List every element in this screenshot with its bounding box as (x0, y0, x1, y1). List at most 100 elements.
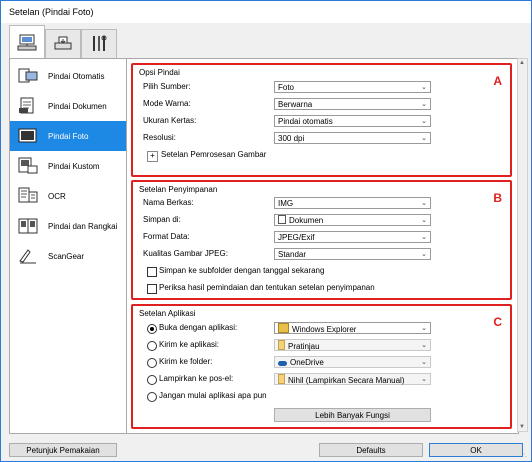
send-to-folder-radio[interactable] (147, 358, 157, 368)
check-results-checkbox[interactable] (147, 284, 157, 294)
send-to-app-select[interactable]: Pratinjau ⌄ (274, 339, 431, 351)
open-with-app-label: Buka dengan aplikasi: (159, 323, 238, 332)
open-with-app-radio[interactable] (147, 324, 157, 334)
chevron-down-icon: ⌄ (421, 325, 427, 332)
sidebar-item-document-scan[interactable]: Pindai Dokumen (10, 91, 127, 121)
send-to-app-label: Kirim ke aplikasi: (159, 340, 220, 349)
sidebar-item-label: Pindai Kustom (48, 161, 100, 171)
custom-scan-icon (16, 155, 40, 177)
chevron-down-icon: ⌄ (421, 359, 427, 366)
jpeg-quality-select[interactable]: Standar ⌄ (274, 248, 431, 260)
color-mode-label: Mode Warna: (143, 99, 191, 108)
paper-size-value: Pindai otomatis (278, 117, 333, 126)
settings-panel: Opsi Pindai A Pilih Sumber: Foto ⌄ Mode … (126, 58, 519, 434)
app-settings-section: Setelan Aplikasi C Buka dengan aplikasi:… (131, 304, 512, 429)
sidebar-item-custom-scan[interactable]: Pindai Kustom (10, 151, 127, 181)
sidebar-item-label: Pindai dan Rangkai (48, 221, 118, 231)
paper-size-label: Ukuran Kertas: (143, 116, 197, 125)
chevron-down-icon: ⌄ (421, 118, 427, 125)
scan-options-section: Opsi Pindai A Pilih Sumber: Foto ⌄ Mode … (131, 63, 512, 177)
source-label: Pilih Sumber: (143, 82, 191, 91)
tab-scan-from-computer[interactable] (9, 25, 45, 59)
window-title: Setelan (Pindai Foto) (9, 7, 94, 17)
settings-scrollbar[interactable]: ▲ ▼ (517, 58, 528, 432)
tools-icon (93, 35, 107, 51)
sidebar-item-photo-scan[interactable]: Pindai Foto (10, 121, 127, 151)
data-format-value: JPEG/Exif (278, 233, 315, 242)
chevron-down-icon: ⌄ (421, 251, 427, 258)
chevron-down-icon: ⌄ (421, 84, 427, 91)
stitch-icon (16, 215, 40, 237)
attach-email-select[interactable]: Nihil (Lampirkan Secara Manual) ⌄ (274, 373, 431, 385)
no-app-radio[interactable] (147, 392, 157, 402)
open-with-app-value: Windows Explorer (292, 325, 357, 334)
attach-email-radio[interactable] (147, 375, 157, 385)
sidebar-item-scangear[interactable]: ScanGear (10, 241, 127, 271)
color-mode-value: Berwarna (278, 100, 313, 109)
preview-app-icon (278, 340, 285, 350)
subfolder-checkbox[interactable] (147, 267, 157, 277)
scroll-down-icon[interactable]: ▼ (519, 424, 525, 430)
data-format-select[interactable]: JPEG/Exif ⌄ (274, 231, 431, 243)
scangear-icon (16, 245, 40, 267)
filename-label: Nama Berkas: (143, 198, 194, 207)
ok-button[interactable]: OK (429, 443, 523, 457)
attach-email-value: Nihil (Lampirkan Secara Manual) (288, 376, 405, 385)
auto-scan-icon (16, 65, 40, 87)
section-title: Setelan Penyimpanan (139, 185, 218, 194)
chevron-down-icon: ⌄ (421, 217, 427, 224)
chevron-down-icon: ⌄ (421, 376, 427, 383)
photo-scan-icon (16, 125, 40, 147)
chevron-down-icon: ⌄ (421, 135, 427, 142)
sidebar-item-auto-scan[interactable]: Pindai Otomatis (10, 61, 127, 91)
settings-window: Setelan (Pindai Foto) Pindai Otomatis Pi… (0, 0, 532, 462)
section-marker: A (493, 74, 502, 88)
sidebar-item-label: Pindai Dokumen (48, 101, 107, 111)
send-to-folder-select[interactable]: OneDrive ⌄ (274, 356, 431, 368)
send-to-app-value: Pratinjau (288, 342, 320, 351)
save-settings-section: Setelan Penyimpanan B Nama Berkas: IMG ⌄… (131, 180, 512, 300)
onedrive-cloud-icon (278, 361, 287, 366)
ocr-icon (16, 185, 40, 207)
save-location-select[interactable]: Dokumen ⌄ (274, 214, 431, 226)
section-marker: C (493, 315, 502, 329)
sidebar-item-stitch[interactable]: Pindai dan Rangkai (10, 211, 127, 241)
tab-scan-from-panel[interactable] (45, 29, 81, 59)
data-format-label: Format Data: (143, 232, 190, 241)
resolution-select[interactable]: 300 dpi ⌄ (274, 132, 431, 144)
open-with-app-select[interactable]: Windows Explorer ⌄ (274, 322, 431, 334)
expand-icon[interactable]: + (147, 151, 158, 162)
send-to-app-radio[interactable] (147, 341, 157, 351)
scroll-up-icon[interactable]: ▲ (519, 60, 525, 66)
manual-button[interactable]: Petunjuk Pemakaian (9, 443, 117, 457)
save-location-label: Simpan di: (143, 215, 181, 224)
section-title: Setelan Aplikasi (139, 309, 196, 318)
chevron-down-icon: ⌄ (421, 234, 427, 241)
mail-app-icon (278, 374, 285, 384)
jpeg-quality-label: Kualitas Gambar JPEG: (143, 249, 228, 258)
color-mode-select[interactable]: Berwarna ⌄ (274, 98, 431, 110)
tab-general-settings[interactable] (81, 29, 117, 59)
section-marker: B (493, 191, 502, 205)
check-results-label: Periksa hasil pemindaian dan tentukan se… (159, 283, 375, 292)
send-to-folder-label: Kirim ke folder: (159, 357, 213, 366)
filename-combo[interactable]: IMG ⌄ (274, 197, 431, 209)
title-bar: Setelan (Pindai Foto) (1, 1, 531, 23)
chevron-down-icon: ⌄ (421, 200, 427, 207)
image-processing-toggle[interactable]: Setelan Pemrosesan Gambar (161, 148, 266, 162)
defaults-button[interactable]: Defaults (319, 443, 423, 457)
chevron-down-icon: ⌄ (421, 101, 427, 108)
sidebar-item-label: Pindai Foto (48, 131, 89, 141)
more-functions-button[interactable]: Lebih Banyak Fungsi (274, 408, 431, 422)
resize-grip-icon[interactable]: ⋱ (521, 451, 529, 459)
sidebar-item-ocr[interactable]: OCR (10, 181, 127, 211)
sidebar-item-label: ScanGear (48, 251, 85, 261)
source-value: Foto (278, 83, 295, 92)
section-title: Opsi Pindai (139, 68, 180, 77)
paper-size-select[interactable]: Pindai otomatis ⌄ (274, 115, 431, 127)
jpeg-quality-value: Standar (278, 250, 307, 259)
scanner-computer-icon (17, 34, 37, 50)
scan-type-sidebar: Pindai Otomatis Pindai Dokumen Pindai Fo… (9, 58, 128, 434)
source-select[interactable]: Foto ⌄ (274, 81, 431, 93)
attach-email-label: Lampirkan ke pos-el: (159, 374, 234, 383)
